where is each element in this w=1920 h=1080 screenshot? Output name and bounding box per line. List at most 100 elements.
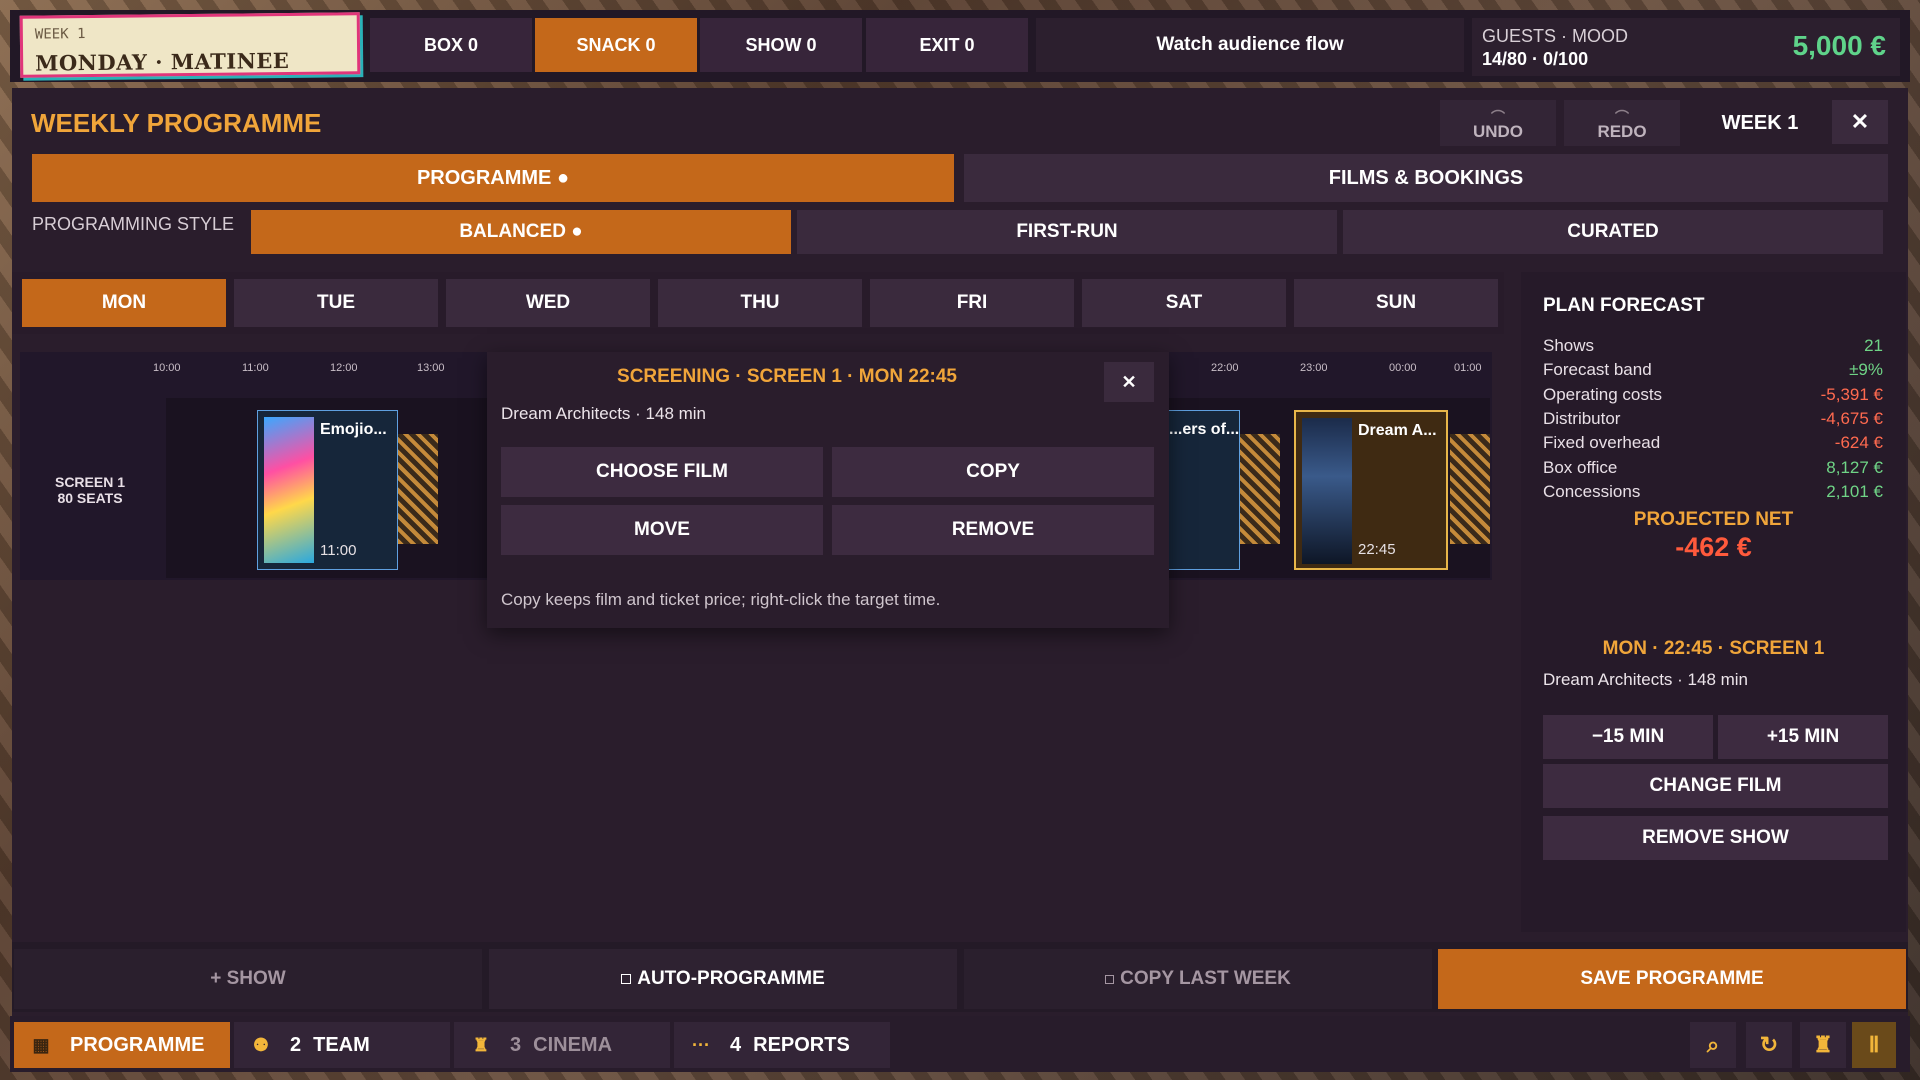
show-time: 11:00 (320, 542, 357, 559)
time-tick: 11:00 (242, 362, 269, 374)
time-tick: 01:00 (1454, 362, 1482, 374)
panel-title: WEEKLY PROGRAMME (31, 108, 322, 138)
screen-seats: 80 SEATS (57, 490, 123, 506)
search-icon[interactable]: ⌕ (1690, 1022, 1736, 1068)
nav-cinema[interactable]: ♜ 3 CINEMA (454, 1022, 670, 1068)
popup-title: SCREENING · SCREEN 1 · MON 22:45 (617, 366, 957, 387)
week-tag: WEEK 1 (34, 26, 86, 43)
pause-icon[interactable]: Ⅱ (1852, 1022, 1896, 1068)
box-counter-button[interactable]: BOX 0 (370, 18, 532, 72)
more-icon: ··· (692, 1034, 710, 1055)
plus-15-min-button[interactable]: +15 MIN (1718, 715, 1888, 759)
day-tab-sun[interactable]: SUN (1294, 279, 1498, 327)
refresh-icon[interactable]: ↻ (1746, 1022, 1792, 1068)
copy-last-week-button[interactable]: COPY LAST WEEK (964, 949, 1432, 1009)
forecast-row: Shows 21 (1543, 336, 1883, 360)
forecast-value: 21 (1864, 336, 1883, 355)
remove-show-button[interactable]: REMOVE SHOW (1543, 816, 1888, 860)
redo-label: REDO (1597, 122, 1647, 141)
time-tick: 23:00 (1300, 362, 1328, 374)
nav-hotkey: 2 (290, 1033, 302, 1056)
guest-stats: GUESTS · MOOD 14/80 · 0/100 5,000 € (1472, 18, 1900, 76)
stats-label: GUESTS · MOOD (1482, 26, 1629, 46)
day-tab-mon[interactable]: MON (22, 279, 226, 327)
programming-style-label: PROGRAMMING STYLE (32, 214, 235, 234)
nav-programme[interactable]: ▦ PROGRAMME (14, 1022, 230, 1068)
time-tick: 00:00 (1389, 362, 1417, 374)
forecast-value: -4,675 € (1820, 409, 1883, 428)
forecast-label: Fixed overhead (1543, 433, 1661, 452)
time-tick: 10:00 (153, 362, 181, 374)
time-tick: 22:00 (1211, 362, 1239, 374)
redo-icon: ⌒ (1615, 109, 1629, 125)
screen-label: SCREEN 1 80 SEATS (40, 474, 140, 506)
forecast-title: PLAN FORECAST (1543, 295, 1705, 316)
close-icon[interactable]: ✕ (1104, 362, 1154, 402)
show-card-selected[interactable]: Dream A... 22:45 (1294, 410, 1448, 570)
redo-button[interactable]: ⌒ REDO (1564, 100, 1680, 146)
nav-label: REPORTS (753, 1033, 850, 1056)
remove-button[interactable]: REMOVE (832, 505, 1154, 555)
forecast-label: Box office (1543, 458, 1618, 477)
stats-value: 14/80 · 0/100 (1482, 49, 1589, 69)
move-button[interactable]: MOVE (501, 505, 823, 555)
cinema-view-icon[interactable]: ♜ (1800, 1022, 1846, 1068)
forecast-label: Forecast band (1543, 360, 1652, 379)
popup-hint: Copy keeps film and ticket price; right-… (501, 590, 941, 609)
team-icon: ⚉ (252, 1034, 270, 1055)
selected-show-film: Dream Architects · 148 min (1543, 670, 1749, 689)
tab-films-bookings[interactable]: FILMS & BOOKINGS (964, 154, 1888, 202)
snack-counter-button[interactable]: SNACK 0 (535, 18, 697, 72)
undo-label: UNDO (1472, 122, 1524, 141)
forecast-row: Fixed overhead -624 € (1543, 433, 1883, 457)
cleaning-buffer (1450, 434, 1490, 544)
forecast-value: -5,391 € (1820, 385, 1883, 404)
nav-hotkey: 3 (510, 1033, 522, 1056)
auto-programme-button[interactable]: AUTO-PROGRAMME (489, 949, 957, 1009)
style-first-run[interactable]: FIRST-RUN (797, 210, 1337, 254)
day-tab-tue[interactable]: TUE (234, 279, 438, 327)
money-balance: 5,000 € (1792, 30, 1886, 61)
copy-button[interactable]: COPY (832, 447, 1154, 497)
nav-team[interactable]: ⚉ 2 TEAM (234, 1022, 450, 1068)
watch-audience-flow-button[interactable]: Watch audience flow (1036, 18, 1464, 72)
nav-reports[interactable]: ··· 4 REPORTS (674, 1022, 890, 1068)
day-tab-thu[interactable]: THU (658, 279, 862, 327)
forecast-row: Distributor -4,675 € (1543, 409, 1883, 433)
show-title: ...ers of... (1169, 421, 1240, 438)
week-label: WEEK 1 (1721, 111, 1799, 134)
screen-name: SCREEN 1 (54, 474, 126, 490)
style-curated[interactable]: CURATED (1343, 210, 1883, 254)
show-counter-button[interactable]: SHOW 0 (700, 18, 862, 72)
show-card[interactable]: Emojio... 11:00 (257, 410, 398, 570)
close-icon[interactable]: ✕ (1832, 100, 1888, 144)
popup-film-info: Dream Architects · 148 min (501, 404, 707, 423)
tab-programme[interactable]: PROGRAMME ● (32, 154, 954, 202)
day-tab-wed[interactable]: WED (446, 279, 650, 327)
forecast-row: Box office 8,127 € (1543, 458, 1883, 482)
choose-film-button[interactable]: CHOOSE FILM (501, 447, 823, 497)
copy-icon (1105, 974, 1115, 984)
cinema-icon: ♜ (472, 1034, 490, 1055)
exit-counter-button[interactable]: EXIT 0 (866, 18, 1028, 72)
show-title: Emojio... (320, 421, 387, 438)
minus-15-min-button[interactable]: −15 MIN (1543, 715, 1713, 759)
forecast-value: 8,127 € (1826, 458, 1883, 477)
change-film-button[interactable]: CHANGE FILM (1543, 764, 1888, 808)
style-balanced[interactable]: BALANCED ● (251, 210, 791, 254)
day-tab-fri[interactable]: FRI (870, 279, 1074, 327)
add-show-button[interactable]: + SHOW (14, 949, 482, 1009)
save-programme-button[interactable]: SAVE PROGRAMME (1438, 949, 1906, 1009)
forecast-value: 2,101 € (1826, 482, 1883, 501)
day-tab-sat[interactable]: SAT (1082, 279, 1286, 327)
undo-button[interactable]: ⌒ UNDO (1440, 100, 1556, 146)
projected-net-label: PROJECTED NET (1633, 509, 1794, 530)
show-time: 22:45 (1358, 541, 1396, 558)
forecast-row: Concessions 2,101 € (1543, 482, 1883, 506)
calendar-icon: ▦ (32, 1034, 50, 1055)
auto-programme-label: AUTO-PROGRAMME (637, 968, 825, 989)
cleaning-buffer (1240, 434, 1280, 544)
forecast-label: Shows (1543, 336, 1595, 355)
selected-show-title: MON · 22:45 · SCREEN 1 (1602, 638, 1825, 659)
forecast-row: Forecast band ±9% (1543, 360, 1883, 384)
